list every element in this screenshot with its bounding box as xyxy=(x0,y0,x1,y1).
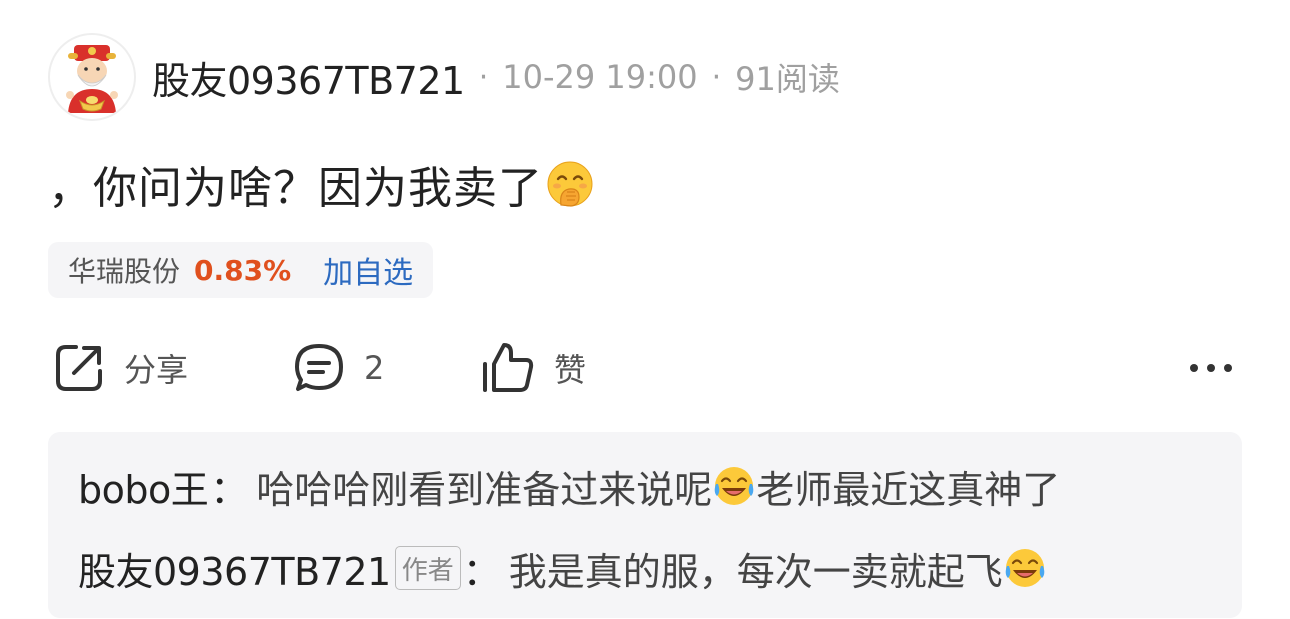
post-header: 股友09367TB721 · 10-29 19:00 · 91阅读 xyxy=(48,32,840,122)
thumbs-up-icon xyxy=(483,343,534,392)
crying-laughing-emoji-icon xyxy=(714,467,754,505)
covering-mouth-laugh-emoji-icon xyxy=(547,161,593,207)
separator-dot: · xyxy=(478,59,489,95)
god-of-wealth-avatar-icon xyxy=(66,45,118,113)
comment-icon xyxy=(295,344,343,391)
comment-button[interactable]: 2 xyxy=(292,336,384,400)
author-name[interactable]: 股友09367TB721 xyxy=(152,50,465,105)
share-label: 分享 xyxy=(124,351,189,389)
comment-item[interactable]: bobo王 ： 哈哈哈刚看到准备过来说呢 老师最近这真神了 xyxy=(78,458,1060,514)
comment-colon: ： xyxy=(210,467,249,512)
stock-change: 0.83% xyxy=(194,253,292,287)
post-text: ，你问为啥？因为我卖了 xyxy=(48,163,543,214)
comment-username[interactable]: 股友09367TB721 xyxy=(78,541,391,596)
stock-chip[interactable]: 华瑞股份 0.83% 加自选 xyxy=(48,242,434,298)
avatar[interactable] xyxy=(48,33,136,121)
action-bar: 分享 2 赞 xyxy=(48,336,1242,400)
more-icon xyxy=(1190,364,1232,372)
comment-text: 哈哈哈刚看到准备过来说呢 老师最近这真神了 xyxy=(256,459,1060,514)
read-count: 91阅读 xyxy=(735,60,840,98)
comment-count: 2 xyxy=(364,349,385,387)
comments-preview[interactable]: bobo王 ： 哈哈哈刚看到准备过来说呢 老师最近这真神了 股友09367TB7… xyxy=(48,432,1242,618)
author-tag-badge: 作者 xyxy=(394,546,461,590)
post-meta: 股友09367TB721 · 10-29 19:00 · 91阅读 xyxy=(152,50,840,105)
more-options-button[interactable] xyxy=(1188,336,1234,400)
like-button[interactable]: 赞 xyxy=(480,336,586,400)
post-content[interactable]: ，你问为啥？因为我卖了 xyxy=(48,152,595,216)
comment-item[interactable]: 股友09367TB721 作者 ： 我是真的服，每次一卖就起飞 xyxy=(78,540,1047,596)
separator-dot: · xyxy=(711,59,722,95)
post-time: 10-29 19:00 xyxy=(502,58,698,96)
share-icon xyxy=(56,345,102,391)
comment-text-before: 哈哈哈刚看到准备过来说呢 xyxy=(256,467,713,512)
share-button[interactable]: 分享 xyxy=(52,336,188,400)
post-card: 股友09367TB721 · 10-29 19:00 · 91阅读 ，你问为啥？… xyxy=(0,0,1290,619)
comment-colon: ： xyxy=(462,549,501,594)
add-to-watchlist-button[interactable]: 加自选 xyxy=(323,248,413,292)
comment-text-after: 老师最近这真神了 xyxy=(756,467,1061,512)
crying-laughing-emoji-icon xyxy=(1005,549,1045,587)
comment-text: 我是真的服，每次一卖就起飞 xyxy=(509,541,1047,596)
stock-name[interactable]: 华瑞股份 xyxy=(68,250,180,290)
comment-username[interactable]: bobo王 xyxy=(78,459,209,514)
like-label: 赞 xyxy=(554,351,587,389)
comment-text-before: 我是真的服，每次一卖就起飞 xyxy=(508,549,1003,594)
